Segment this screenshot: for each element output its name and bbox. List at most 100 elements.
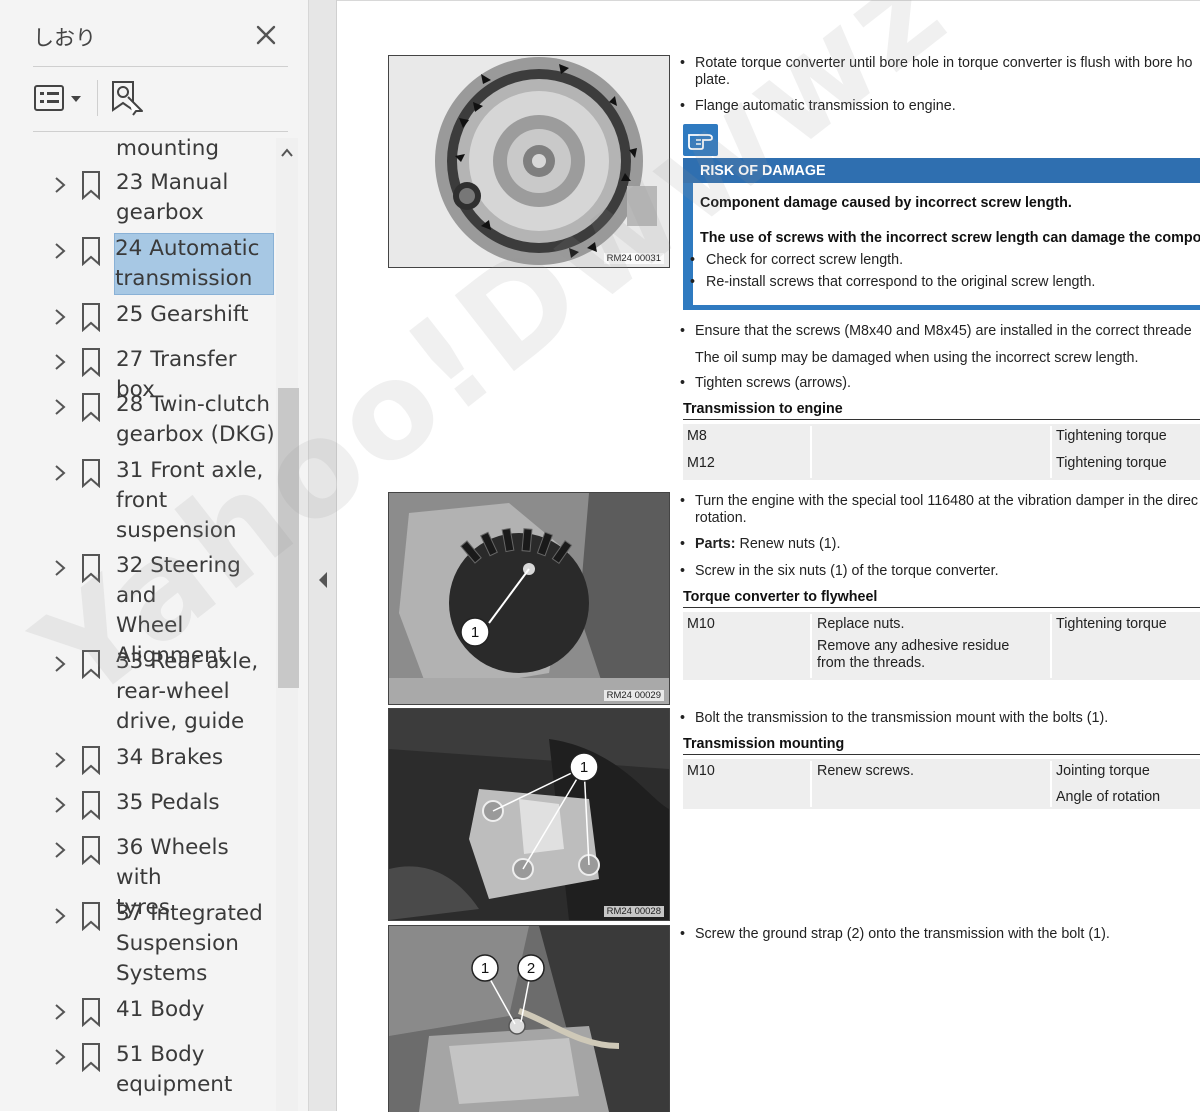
bookmark-icon — [80, 392, 102, 423]
chevron-right-icon[interactable] — [52, 750, 68, 770]
bookmark-label: 31 Front axle, front suspension — [116, 458, 264, 543]
table-cell: M10 — [687, 763, 715, 779]
table-cell: M12 — [687, 455, 715, 471]
spec-table: M10 Renew screws. Jointing torque Angle … — [683, 759, 1200, 809]
bookmark-item[interactable]: 31 Front axle, front suspension — [0, 456, 276, 546]
bookmark-icon — [80, 835, 102, 866]
new-bookmark-icon[interactable] — [110, 80, 144, 116]
table-cell: Replace nuts. — [817, 616, 905, 632]
photo-code: RM24 00029 — [603, 690, 664, 701]
list-options-icon[interactable] — [33, 83, 85, 113]
table-title: Transmission to engine — [683, 401, 1200, 420]
table-cell: Tightening torque — [1056, 428, 1167, 444]
bookmark-item[interactable]: 35 Pedals — [0, 788, 276, 821]
bookmark-label: 25 Gearshift — [116, 302, 249, 327]
table-title: Transmission mounting — [683, 736, 1200, 755]
bookmark-item[interactable]: 27 Transfer box — [0, 345, 276, 402]
risk-line: The use of screws with the incorrect scr… — [700, 230, 1200, 246]
bookmark-item[interactable]: 34 Brakes — [0, 743, 276, 776]
collapse-panel-icon[interactable] — [315, 568, 331, 592]
bookmark-item[interactable]: 24 Automatic transmission — [0, 233, 276, 295]
chevron-right-icon[interactable] — [52, 307, 68, 327]
chevron-right-icon[interactable] — [52, 352, 68, 372]
chevron-right-icon[interactable] — [52, 463, 68, 483]
bookmark-label: 34 Brakes — [116, 745, 224, 770]
bookmark-icon — [80, 347, 102, 378]
table-cell: Tightening torque — [1056, 616, 1167, 632]
bookmark-item[interactable]: 33 Rear axle, rear-wheel drive, guide — [0, 647, 276, 737]
table-cell: M10 — [687, 616, 715, 632]
spec-table: M8 Tightening torque M12 Tightening torq… — [683, 424, 1200, 480]
bookmark-list: mounting 23 Manual gearbox 24 Automatic tr… — [0, 134, 276, 1111]
bookmark-item[interactable]: mounting — [0, 134, 276, 164]
photo-flywheel: 1 RM24 00029 — [388, 492, 670, 705]
risk-line: Component damage caused by incorrect scr… — [700, 195, 1072, 211]
bookmark-item[interactable]: 36 Wheels with tyres — [0, 833, 276, 920]
table-cell: Renew screws. — [817, 763, 914, 779]
table-title: Torque converter to flywheel — [683, 589, 1200, 608]
callout-1: 1 — [481, 960, 489, 977]
bookmark-item[interactable]: 51 Body equipment — [0, 1040, 276, 1100]
chevron-right-icon[interactable] — [52, 175, 68, 195]
bookmark-icon — [80, 170, 102, 201]
instruction-bullet: Screw the ground strap (2) onto the tran… — [680, 926, 1200, 943]
panel-splitter[interactable] — [309, 0, 337, 1111]
instruction-bullet: Ensure that the screws (M8x40 and M8x45)… — [680, 323, 1200, 340]
chevron-right-icon[interactable] — [52, 795, 68, 815]
bookmark-label: 24 Automatic transmission — [114, 233, 274, 295]
photo-transmission-mount: 1 RM24 00028 — [388, 708, 670, 921]
chevron-right-icon[interactable] — [52, 1002, 68, 1022]
spec-table: M10 Replace nuts. Remove any adhesive re… — [683, 612, 1200, 680]
bookmark-icon — [80, 997, 102, 1028]
instruction-bullet: Tighten screws (arrows). — [680, 375, 1200, 392]
bookmark-icon — [80, 302, 102, 333]
chevron-right-icon[interactable] — [52, 1047, 68, 1067]
bookmark-label: 23 Manual gearbox — [116, 170, 229, 225]
bookmark-item[interactable]: 28 Twin-clutch gearbox (DKG) — [0, 390, 276, 450]
bookmark-item[interactable]: 25 Gearshift — [0, 300, 276, 333]
bookmark-label: 33 Rear axle, rear-wheel drive, guide — [116, 649, 259, 734]
instruction-bullet: Screw in the six nuts (1) of the torque … — [680, 563, 1200, 580]
table-cell: Remove any adhesive residue from the thr… — [817, 638, 1010, 671]
bookmark-label: mounting — [116, 136, 220, 161]
photo-code: RM24 00028 — [603, 906, 664, 917]
bookmark-icon — [80, 745, 102, 776]
callout-1: 1 — [580, 759, 588, 776]
bookmarks-header: しおり — [0, 0, 308, 66]
hand-pointing-icon — [683, 124, 718, 156]
callout-1: 1 — [471, 624, 479, 641]
table-cell: Tightening torque — [1056, 455, 1167, 471]
toolbar-bottom-divider — [33, 131, 288, 132]
bookmark-label: 51 Body equipment — [116, 1042, 233, 1097]
risk-title: RISK OF DAMAGE — [700, 163, 826, 179]
panel-title: しおり — [33, 26, 96, 50]
toolbar-divider — [97, 80, 98, 116]
bookmark-item[interactable]: 32 Steering and Wheel Alignment — [0, 551, 276, 668]
chevron-right-icon[interactable] — [52, 558, 68, 578]
bookmark-item[interactable]: 37 Integrated Suspension Systems — [0, 899, 276, 989]
bookmark-label: 41 Body — [116, 997, 205, 1022]
bookmark-icon — [80, 553, 102, 584]
instruction-bullet: Flange automatic transmission to engine. — [680, 98, 1200, 115]
bookmark-icon — [80, 649, 102, 680]
callout-2: 2 — [527, 960, 535, 977]
chevron-right-icon[interactable] — [52, 654, 68, 674]
chevron-right-icon[interactable] — [52, 906, 68, 926]
risk-bullet: Re-install screws that correspond to the… — [690, 274, 1095, 290]
chevron-right-icon[interactable] — [52, 241, 68, 261]
bookmark-item[interactable]: 41 Body — [0, 995, 276, 1028]
risk-box-border — [683, 183, 693, 310]
scroll-up-icon[interactable] — [280, 146, 294, 160]
chevron-right-icon[interactable] — [52, 840, 68, 860]
bookmark-icon — [80, 1042, 102, 1073]
instruction-bullet: Turn the engine with the special tool 11… — [680, 493, 1200, 527]
chevron-right-icon[interactable] — [52, 397, 68, 417]
close-icon[interactable] — [252, 21, 280, 49]
photo-ground-strap: 1 2 — [388, 925, 670, 1112]
bookmark-icon — [80, 790, 102, 821]
scrollbar-thumb[interactable] — [278, 388, 299, 688]
photo-code: RM24 00031 — [603, 253, 664, 264]
bookmark-item[interactable]: 23 Manual gearbox — [0, 168, 276, 228]
bookmark-icon — [80, 458, 102, 489]
instruction-note: The oil sump may be damaged when using t… — [695, 350, 1139, 366]
